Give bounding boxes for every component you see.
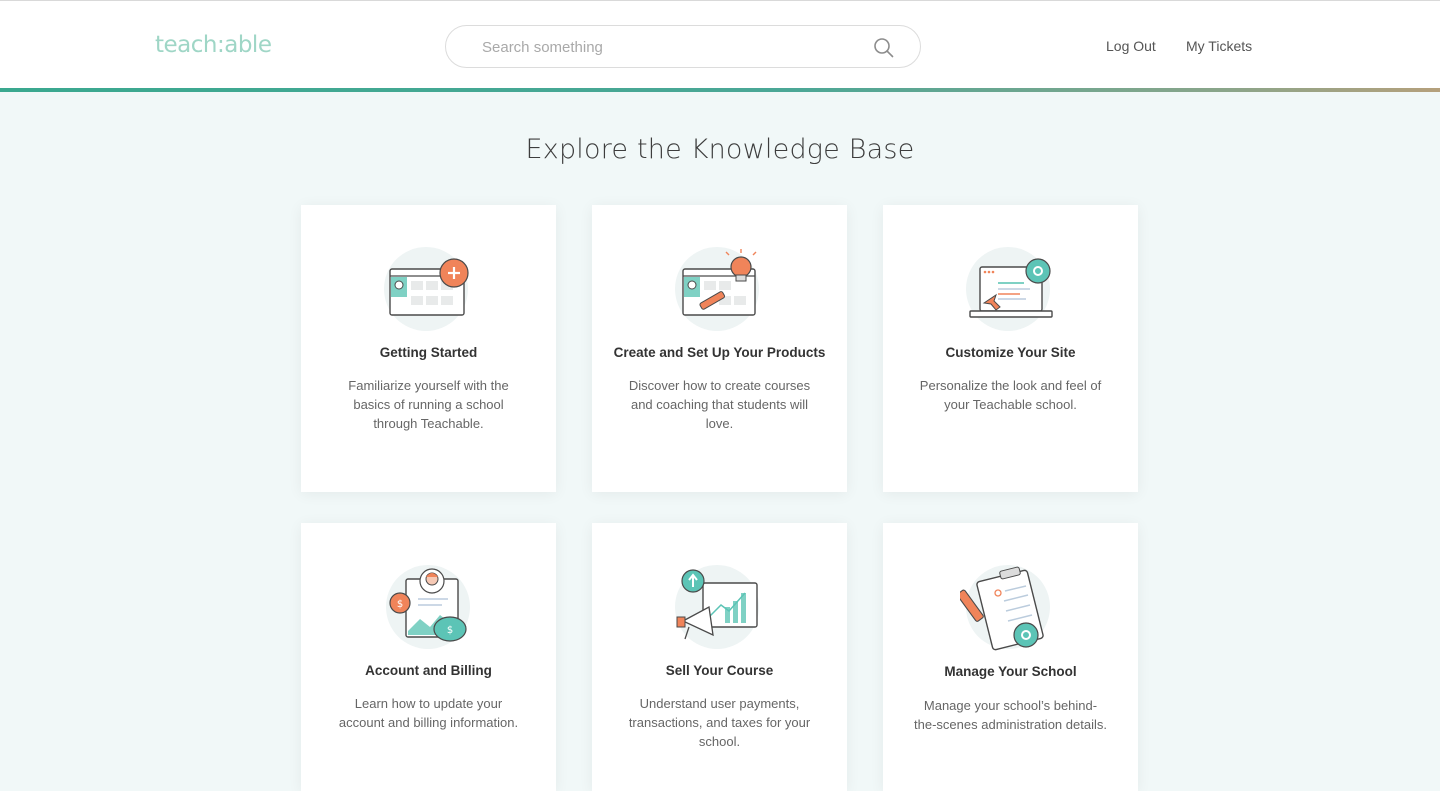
search-box[interactable] [445, 25, 921, 68]
category-card-customize-site[interactable]: Customize Your Site Personalize the look… [883, 205, 1138, 492]
card-description: Personalize the look and feel of your Te… [919, 378, 1102, 412]
dashboard-add-icon [384, 247, 469, 331]
my-tickets-link[interactable]: My Tickets [1186, 38, 1252, 54]
category-card-manage-school[interactable]: Manage Your School Manage your school’s … [883, 523, 1138, 791]
page-title: Explore the Knowledge Base [525, 134, 915, 165]
category-card-getting-started[interactable]: Getting Started Familiarize yourself wit… [301, 205, 556, 492]
site-header: teach:able Log Out My Tickets [0, 1, 1440, 88]
card-description: Learn how to update your account and bil… [338, 696, 519, 730]
card-title: Account and Billing [365, 663, 492, 678]
billing-money-icon: $ $ [386, 565, 470, 649]
card-title: Customize Your Site [945, 345, 1076, 360]
teachable-logo[interactable]: teach:able [155, 32, 272, 58]
card-description: Manage your school’s behind-the-scenes a… [914, 698, 1107, 732]
laptop-gear-icon [966, 247, 1053, 331]
card-title: Create and Set Up Your Products [613, 345, 826, 360]
megaphone-chart-icon [675, 565, 759, 649]
card-title: Getting Started [379, 345, 478, 360]
category-card-create-products[interactable]: Create and Set Up Your Products Discover… [592, 205, 847, 492]
card-description: Familiarize yourself with the basics of … [348, 378, 509, 431]
category-card-account-billing[interactable]: $ $ Account and Billing Learn how to upd… [301, 523, 556, 791]
category-card-sell-course[interactable]: Sell Your Course Understand user payment… [592, 523, 847, 791]
card-title: Sell Your Course [665, 663, 774, 678]
header-gradient-rule [0, 88, 1440, 92]
card-description: Discover how to create courses and coach… [628, 378, 811, 431]
clipboard-gear-icon [960, 565, 1050, 651]
search-input[interactable] [482, 36, 862, 58]
card-description: Understand user payments, transactions, … [628, 696, 811, 749]
dashboard-lightbulb-icon [675, 247, 759, 331]
svg-text:$: $ [447, 625, 453, 636]
svg-text:$: $ [397, 599, 403, 610]
logout-link[interactable]: Log Out [1106, 38, 1156, 54]
card-title: Manage Your School [944, 664, 1077, 679]
search-icon[interactable] [873, 37, 894, 58]
